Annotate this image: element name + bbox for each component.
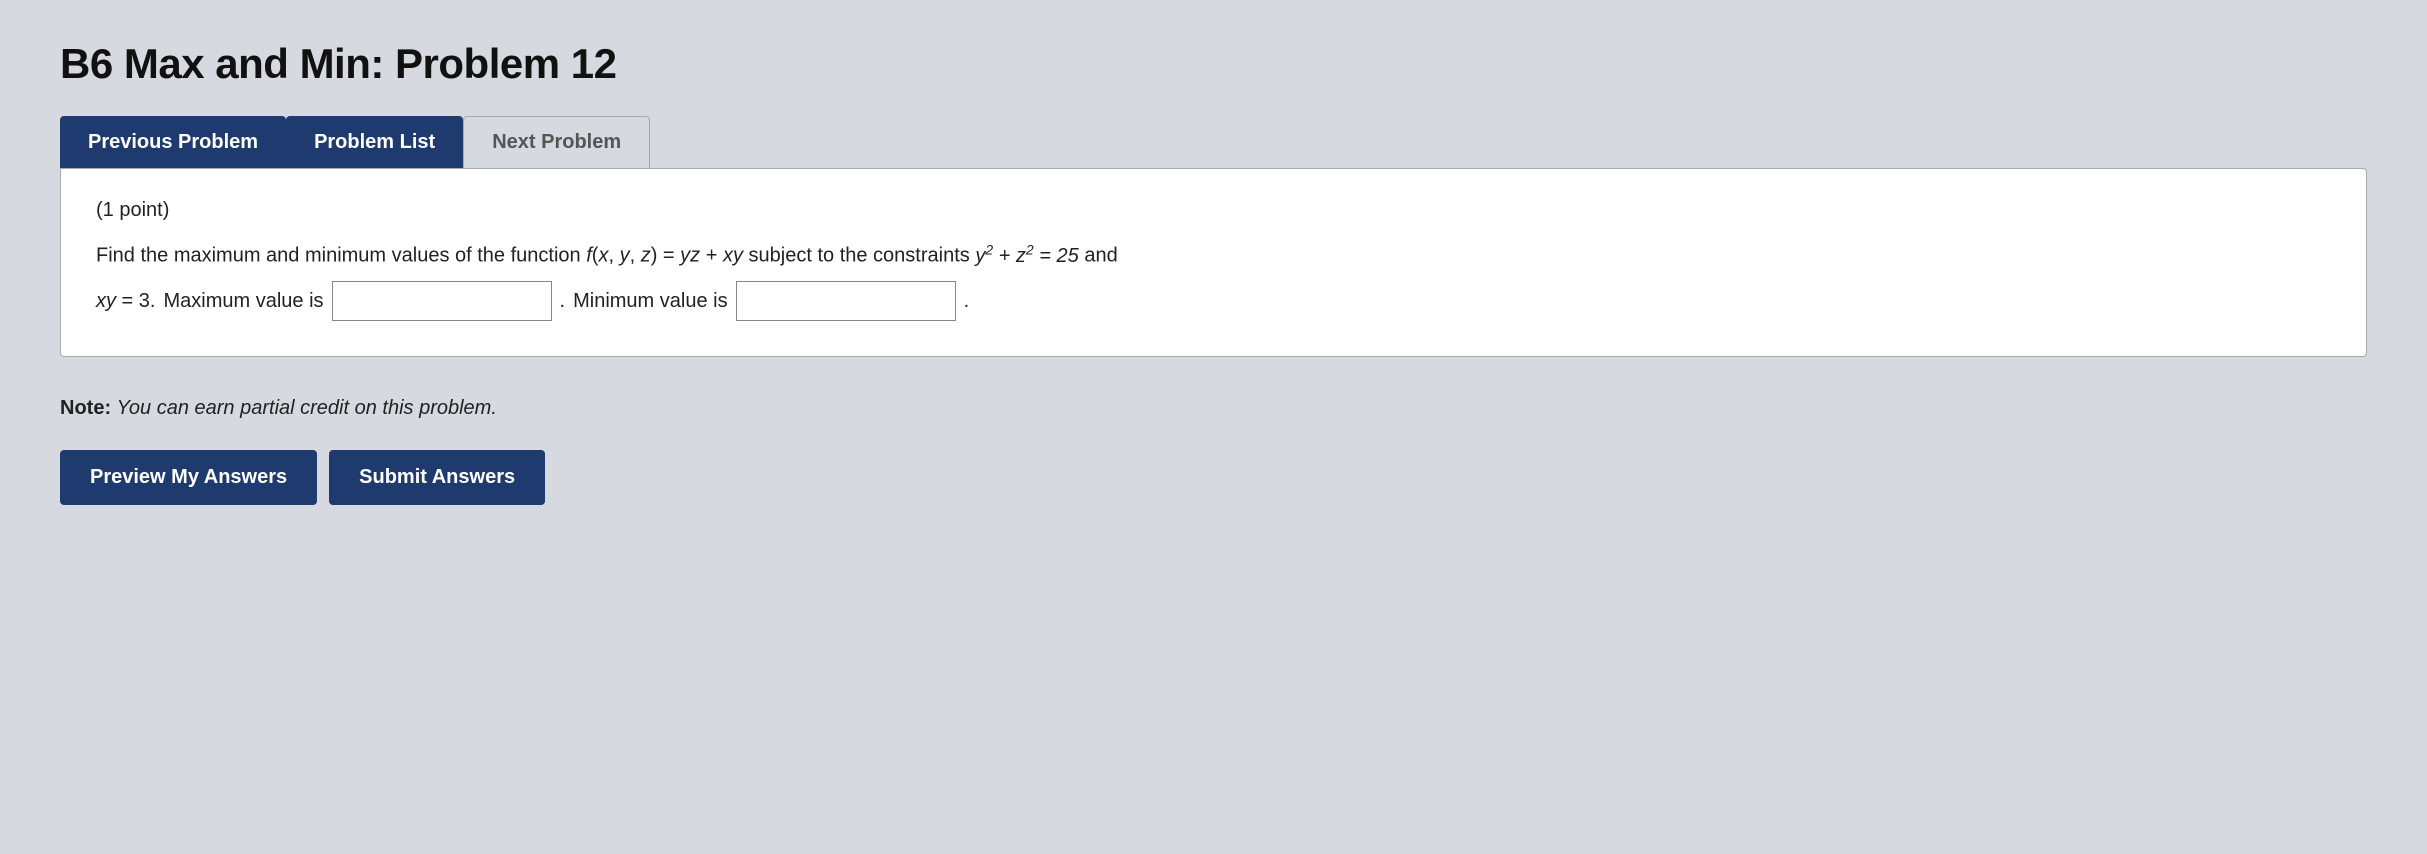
text-before: Find the maximum and minimum values of t… — [96, 245, 581, 267]
min-value-input[interactable] — [736, 281, 956, 321]
note-section: Note: You can earn partial credit on thi… — [60, 397, 2367, 420]
constraint1: y2 + z2 = 25 — [975, 245, 1078, 267]
bottom-buttons: Preview My Answers Submit Answers — [60, 450, 2367, 505]
page-title: B6 Max and Min: Problem 12 — [60, 40, 2367, 88]
constraint2: xy = 3. — [96, 284, 155, 318]
tab-next-problem[interactable]: Next Problem — [463, 116, 650, 168]
period2: . — [964, 284, 970, 318]
min-label: Minimum value is — [573, 284, 727, 318]
preview-answers-button[interactable]: Preview My Answers — [60, 450, 317, 505]
tab-problem-list[interactable]: Problem List — [286, 116, 463, 168]
problem-text: Find the maximum and minimum values of t… — [96, 238, 2331, 321]
period1: . — [560, 284, 566, 318]
max-label: Maximum value is — [163, 284, 323, 318]
submit-answers-button[interactable]: Submit Answers — [329, 450, 545, 505]
problem-points: (1 point) — [96, 199, 2331, 222]
text-and: and — [1084, 245, 1117, 267]
note-label: Note: — [60, 397, 111, 419]
problem-box: (1 point) Find the maximum and minimum v… — [60, 168, 2367, 357]
note-text: Note: You can earn partial credit on thi… — [60, 397, 2367, 420]
text-middle: subject to the constraints — [749, 245, 976, 267]
note-content: You can earn partial credit on this prob… — [117, 397, 497, 419]
nav-tabs: Previous Problem Problem List Next Probl… — [60, 116, 2367, 168]
tab-previous-problem[interactable]: Previous Problem — [60, 116, 286, 168]
function-expr: f(x, y, z) = yz + xy — [586, 245, 743, 267]
answer-row: xy = 3. Maximum value is . Minimum value… — [96, 281, 2331, 321]
max-value-input[interactable] — [332, 281, 552, 321]
